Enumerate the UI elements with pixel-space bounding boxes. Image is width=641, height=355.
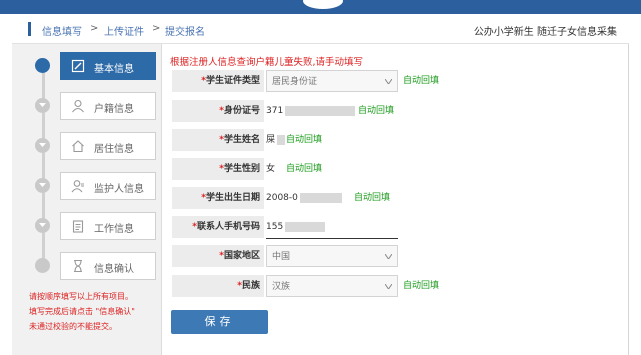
step-label: 信息确认 xyxy=(94,264,134,275)
chevron-down-icon xyxy=(385,79,392,84)
masked-value xyxy=(285,105,356,116)
masked-value xyxy=(285,221,326,232)
edit-icon xyxy=(71,59,85,73)
gender-value: 女 xyxy=(266,164,276,174)
label-student-name: *学生姓名 xyxy=(172,129,264,151)
query-failed-notice: 根据注册人信息查询户籍儿童失败,请手动填写 xyxy=(170,57,364,68)
label-birth-date: *学生出生日期 xyxy=(172,187,264,209)
country-select[interactable]: 中国 xyxy=(266,245,398,267)
auto-fill-tag: 自动回填 xyxy=(286,135,323,145)
chevron-down-icon xyxy=(385,284,392,289)
home-icon xyxy=(72,140,84,153)
certificate-type-select[interactable]: 居民身份证 xyxy=(266,70,398,92)
label-certificate-type: *学生证件类型 xyxy=(172,70,264,92)
step-label: 工作信息 xyxy=(94,224,134,235)
step-label: 居住信息 xyxy=(94,144,134,155)
step-basic-info[interactable]: 基本信息 xyxy=(60,52,156,80)
step-confirm-info[interactable]: 信息确认 xyxy=(60,252,156,280)
step-dot xyxy=(35,98,50,113)
step-dot xyxy=(35,258,50,273)
label-id-number: *身份证号 xyxy=(172,100,264,122)
label-gender: *学生性别 xyxy=(172,158,264,180)
breadcrumb-separator: > xyxy=(90,23,99,34)
auto-fill-tag: 自动回填 xyxy=(358,106,395,116)
user-icon xyxy=(72,99,84,113)
breadcrumb-item-upload[interactable]: 上传证件 xyxy=(104,23,144,38)
chevron-down-icon xyxy=(39,223,46,227)
step-label: 基本信息 xyxy=(94,64,134,75)
phone-input-underline xyxy=(266,238,398,239)
step-sidebar: 基本信息 户籍信息 居住信息 监护人信息 工作信息 信息确认 请按顺序填写以上所… xyxy=(12,44,162,355)
breadcrumb-item-submit[interactable]: 提交报名 xyxy=(165,23,205,38)
save-button[interactable]: 保存 xyxy=(171,310,268,334)
step-residence-info[interactable]: 居住信息 xyxy=(60,132,156,160)
step-dot xyxy=(35,178,50,193)
masked-value xyxy=(277,134,286,145)
ethnicity-select[interactable]: 汉族 xyxy=(266,275,398,297)
clipboard-icon xyxy=(72,220,84,233)
step-dot-active xyxy=(35,58,50,73)
chevron-down-icon xyxy=(39,183,46,187)
auto-fill-tag: 自动回填 xyxy=(403,76,440,86)
chevron-down-icon xyxy=(39,103,46,107)
label-country: *国家地区 xyxy=(172,245,264,267)
auto-fill-tag: 自动回填 xyxy=(403,281,440,291)
auto-fill-tag: 自动回填 xyxy=(286,164,323,174)
sidebar-hint: 请按顺序填写以上所有项目。 xyxy=(29,292,133,301)
chevron-down-icon xyxy=(39,143,46,147)
step-label: 监护人信息 xyxy=(94,184,144,195)
masked-value xyxy=(299,192,342,203)
sidebar-hint: 未通过校验的不能提交。 xyxy=(29,322,117,331)
step-dot xyxy=(35,218,50,233)
top-notch xyxy=(300,0,346,12)
chevron-down-icon xyxy=(385,254,392,259)
step-dot xyxy=(35,138,50,153)
step-work-info[interactable]: 工作信息 xyxy=(60,212,156,240)
step-label: 户籍信息 xyxy=(94,104,134,115)
sidebar-hint: 填写完成后请点击 "信息确认" xyxy=(29,307,135,316)
student-name-value: 屎 xyxy=(266,129,286,151)
label-ethnicity: *民族 xyxy=(172,275,264,297)
breadcrumb-marker xyxy=(28,22,31,36)
breadcrumb: 信息填写 > 上传证件 > 提交报名 公办小学新生 随迁子女信息采集 xyxy=(12,14,629,44)
top-bar xyxy=(0,0,641,14)
guardian-icon xyxy=(71,180,84,193)
label-contact-phone: *联系人手机号码 xyxy=(172,216,264,238)
contact-phone-input[interactable]: 155 xyxy=(266,216,326,238)
step-household-info[interactable]: 户籍信息 xyxy=(60,92,156,120)
step-guardian-info[interactable]: 监护人信息 xyxy=(60,172,156,200)
hourglass-icon xyxy=(74,259,82,273)
auto-fill-tag: 自动回填 xyxy=(354,193,391,203)
id-number-value: 371 xyxy=(266,100,356,122)
breadcrumb-item-fill-info[interactable]: 信息填写 xyxy=(42,23,82,38)
page-subtitle: 公办小学新生 随迁子女信息采集 xyxy=(473,27,617,38)
step-connector xyxy=(42,64,45,269)
breadcrumb-separator: > xyxy=(152,23,161,34)
birth-date-value: 2008-0 xyxy=(266,187,342,209)
